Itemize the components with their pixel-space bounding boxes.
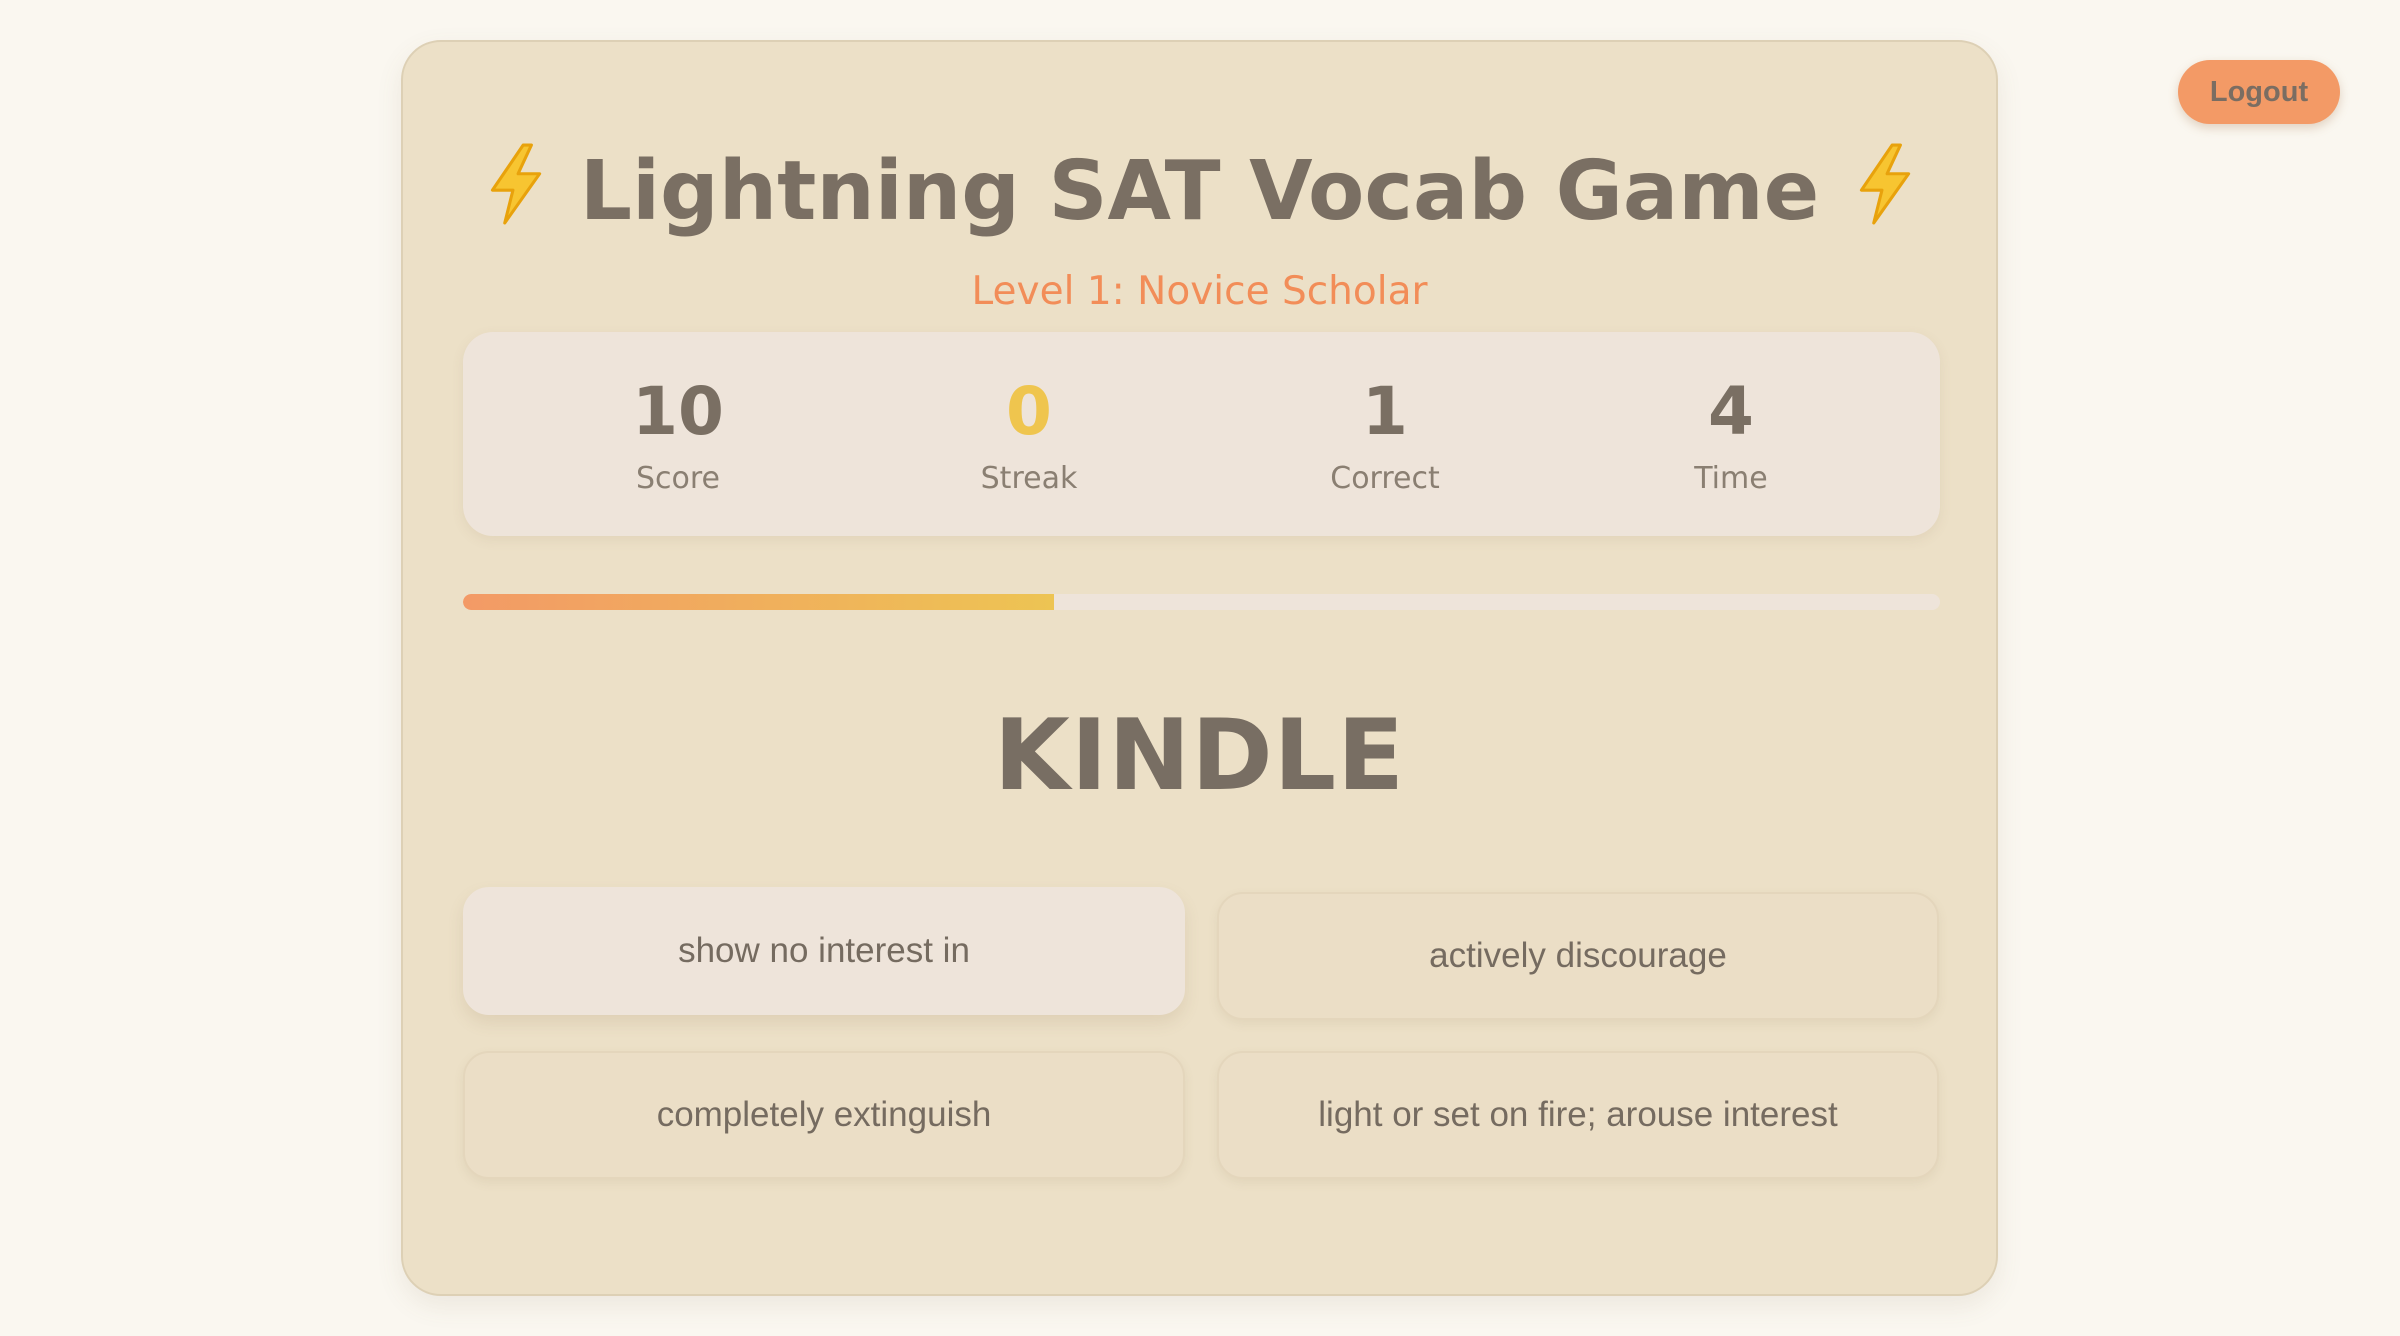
- game-title: Lightning SAT Vocab Game: [403, 138, 1996, 246]
- stat-value: 1: [1362, 373, 1408, 450]
- game-title-text: Lightning SAT Vocab Game: [579, 144, 1820, 239]
- stat-streak: 0 Streak: [879, 332, 1179, 536]
- stat-label: Score: [635, 461, 721, 496]
- answer-option-1[interactable]: show no interest in: [463, 887, 1185, 1015]
- logout-button[interactable]: Logout: [2178, 60, 2340, 124]
- stat-correct: 1 Correct: [1235, 332, 1535, 536]
- progress-bar: [463, 594, 1940, 610]
- stat-label: Time: [1694, 461, 1768, 496]
- stat-time: 4 Time: [1581, 332, 1881, 536]
- vocab-word: KINDLE: [993, 699, 1406, 813]
- stat-value: 0: [1006, 373, 1052, 450]
- answer-option-3[interactable]: completely extinguish: [463, 1051, 1185, 1179]
- stat-label: Correct: [1330, 461, 1440, 496]
- level-label: Level 1: Novice Scholar: [971, 269, 1428, 314]
- lightning-bolt-icon: [490, 143, 541, 225]
- stat-value: 10: [632, 373, 724, 450]
- progress-fill: [463, 594, 1054, 610]
- stat-label: Streak: [980, 461, 1078, 496]
- lightning-bolt-icon: [1860, 143, 1911, 225]
- stats-panel: 10 Score 0 Streak 1 Correct 4 Time: [463, 332, 1940, 536]
- stat-value: 4: [1708, 373, 1754, 450]
- game-card: Lightning SAT Vocab Game Level 1: Novice…: [401, 40, 1998, 1296]
- answer-option-2[interactable]: actively discourage: [1217, 892, 1939, 1020]
- answer-option-4[interactable]: light or set on fire; arouse interest: [1217, 1051, 1939, 1179]
- stat-score: 10 Score: [528, 332, 828, 536]
